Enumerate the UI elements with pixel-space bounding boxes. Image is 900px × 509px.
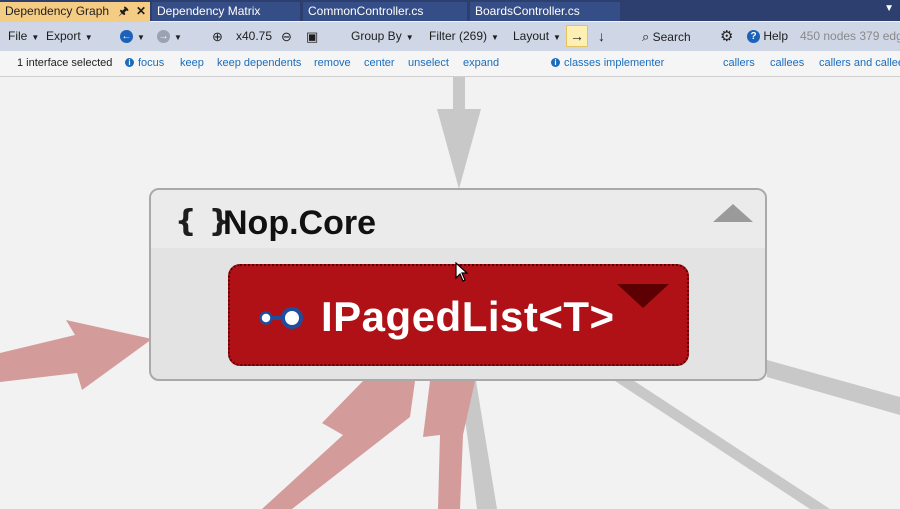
search-label: Search: [652, 30, 691, 44]
forward-arrow-icon: →: [157, 30, 170, 44]
arrow-down-icon: ↓: [598, 28, 605, 44]
zoom-level: x40.75: [236, 29, 273, 43]
tab-dependency-graph[interactable]: Dependency Graph 🖈 ✕: [0, 2, 150, 22]
zoom-in-icon: ⊕: [212, 29, 223, 44]
filter-label: Filter (269): [429, 29, 488, 43]
focus-action[interactable]: i focus: [125, 51, 164, 76]
help-label: Help: [763, 29, 789, 43]
pin-icon[interactable]: 🖈: [118, 2, 129, 21]
edge-right-1: [767, 360, 900, 415]
classes-implementer-action[interactable]: i classes implementer: [551, 51, 664, 76]
chevron-down-icon: ▼: [491, 33, 499, 42]
document-tab-bar: Dependency Graph 🖈 ✕ Dependency Matrix C…: [0, 0, 900, 22]
search-icon: ⌕: [642, 29, 650, 44]
tab-overflow-icon[interactable]: ▼: [884, 3, 894, 14]
export-label: Export: [46, 29, 81, 43]
file-menu[interactable]: File ▼: [8, 22, 39, 51]
gear-icon: ⚙: [720, 28, 734, 45]
graph-canvas[interactable]: { } Nop.Core IPagedList<T>: [0, 77, 900, 509]
tab-label: BoardsController.cs: [475, 4, 580, 18]
layout-top-to-bottom-button[interactable]: ↓: [598, 22, 605, 51]
node-title: IPagedList<T>: [321, 293, 615, 340]
collapse-triangle-icon[interactable]: [713, 204, 753, 222]
info-icon: i: [551, 58, 560, 67]
group-by-menu[interactable]: Group By ▼: [351, 22, 414, 51]
edge-bottom-center: [423, 381, 475, 509]
chevron-down-icon: ▼: [174, 33, 182, 42]
back-button[interactable]: ← ▼: [120, 22, 145, 51]
export-menu[interactable]: Export ▼: [46, 22, 93, 51]
chevron-down-icon: ▼: [553, 33, 561, 42]
file-label: File: [8, 29, 28, 43]
back-arrow-icon: ←: [120, 30, 133, 44]
interface-icon: [259, 307, 303, 329]
keep-dependents-action[interactable]: keep dependents: [217, 51, 301, 76]
mouse-cursor-icon: [455, 262, 469, 282]
selection-status: 1 interface selected: [17, 57, 113, 69]
tab-label: Dependency Matrix: [157, 4, 261, 18]
center-action[interactable]: center: [364, 51, 395, 76]
settings-button[interactable]: ⚙: [720, 22, 733, 51]
zoom-out-button[interactable]: ⊖: [281, 22, 292, 51]
edge-top: [453, 77, 465, 109]
unselect-action[interactable]: unselect: [408, 51, 449, 76]
group-header: { } Nop.Core: [151, 190, 765, 248]
search-button[interactable]: ⌕ Search: [642, 22, 691, 51]
fit-to-screen-icon: ▣: [306, 29, 319, 44]
filter-menu[interactable]: Filter (269) ▼: [429, 22, 499, 51]
edge-right-2: [615, 375, 830, 509]
callers-and-callees-action[interactable]: callers and callees: [819, 51, 900, 76]
forward-button[interactable]: → ▼: [157, 22, 182, 51]
graph-toolbar: File ▼ Export ▼ ← ▼ → ▼ ⊕ x40.75 ⊖ ▣ Group B…: [0, 22, 900, 51]
chevron-down-icon: ▼: [31, 33, 40, 42]
group-by-label: Group By: [351, 29, 402, 43]
edge-bottom-left: [262, 381, 415, 509]
group-title: Nop.Core: [223, 204, 376, 242]
expand-triangle-icon[interactable]: [617, 284, 669, 308]
help-icon: ?: [747, 30, 760, 44]
zoom-out-icon: ⊖: [281, 29, 292, 44]
arrow-right-icon: →: [570, 28, 584, 44]
callees-action[interactable]: callees: [770, 51, 804, 76]
keep-action[interactable]: keep: [180, 51, 204, 76]
help-button[interactable]: ? Help: [747, 22, 788, 51]
chevron-down-icon: ▼: [405, 33, 414, 42]
info-icon: i: [125, 58, 134, 67]
tab-commoncontroller[interactable]: CommonController.cs: [303, 2, 467, 21]
close-icon[interactable]: ✕: [136, 2, 146, 21]
layout-label: Layout: [513, 29, 550, 43]
callers-action[interactable]: callers: [723, 51, 755, 76]
expand-action[interactable]: expand: [463, 51, 499, 76]
chevron-down-icon: ▼: [84, 33, 93, 42]
tab-boardscontroller[interactable]: BoardsController.cs: [470, 2, 620, 21]
layout-left-to-right-button[interactable]: →: [566, 25, 588, 47]
tab-label: Dependency Graph: [5, 4, 110, 18]
remove-action[interactable]: remove: [314, 51, 351, 76]
action-label: focus: [138, 57, 165, 69]
graph-stats: 450 nodes 379 edges: [800, 29, 900, 43]
layout-menu[interactable]: Layout ▼: [513, 22, 561, 51]
selection-action-bar: 1 interface selected i focus keep keep de…: [0, 51, 900, 77]
edge-arrowhead-top: [437, 109, 481, 189]
tab-label: CommonController.cs: [308, 4, 424, 18]
zoom-fit-button[interactable]: ▣: [306, 22, 318, 51]
edge-left: [0, 320, 152, 390]
action-label: classes implementer: [564, 57, 665, 69]
chevron-down-icon: ▼: [137, 33, 145, 42]
zoom-in-button[interactable]: ⊕: [212, 22, 223, 51]
tab-dependency-matrix[interactable]: Dependency Matrix: [152, 2, 300, 21]
